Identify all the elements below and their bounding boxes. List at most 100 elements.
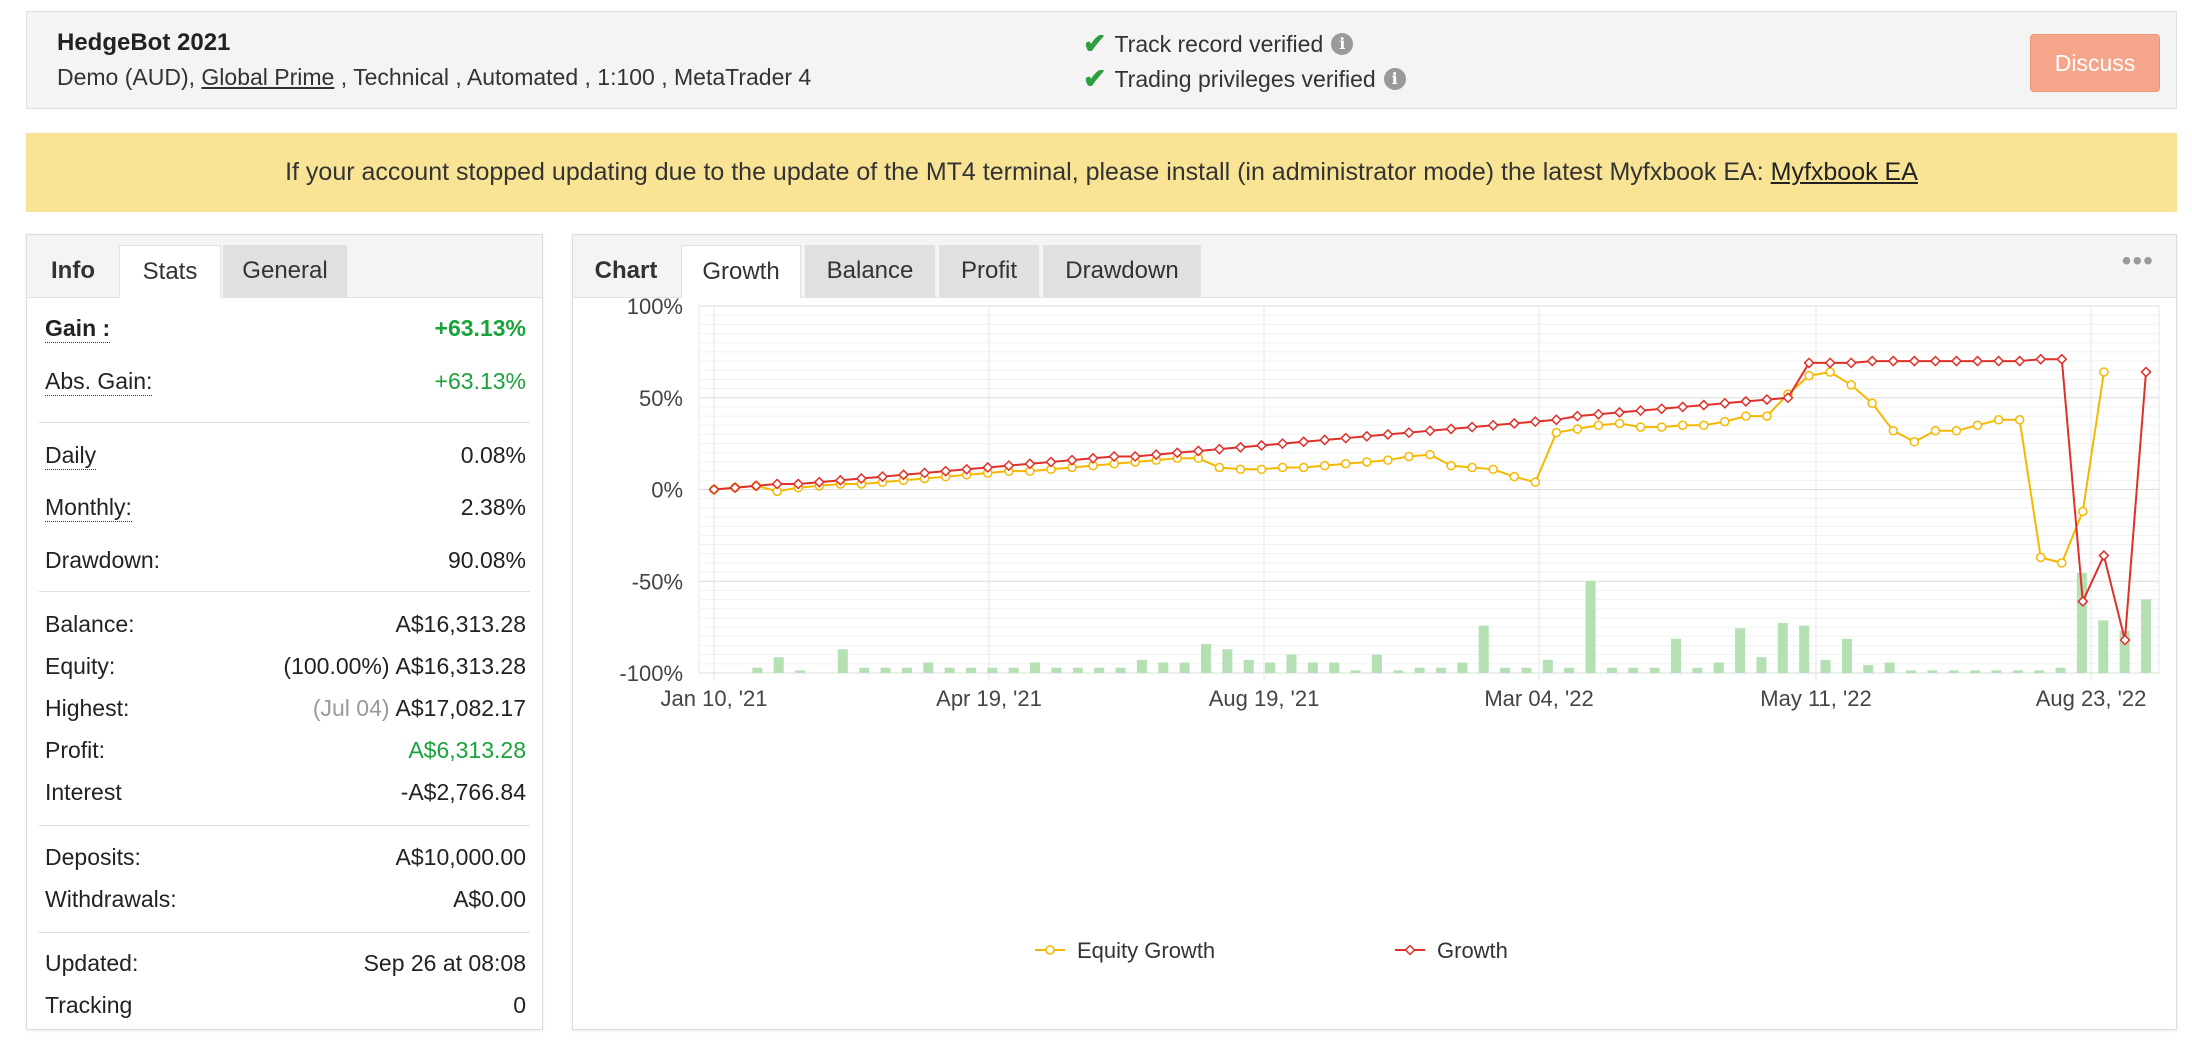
myfxbook-ea-link[interactable]: Myfxbook EA (1771, 158, 1918, 186)
tab-balance[interactable]: Balance (805, 245, 935, 297)
deposits-label: Deposits: (45, 844, 141, 870)
tab-chart[interactable]: Chart (573, 245, 679, 297)
tab-growth[interactable]: Growth (681, 245, 801, 298)
volume-bar (966, 667, 976, 673)
notice-text: If your account stopped updating due to … (285, 158, 1771, 186)
stat-tracking: Tracking 0 (45, 992, 526, 1019)
volume-bar (2055, 667, 2066, 673)
equity-growth-point (1277, 462, 1288, 473)
gain-label[interactable]: Gain : (45, 315, 111, 343)
chart-legend[interactable]: Equity Growth Growth (1035, 938, 1508, 963)
trading-privileges-verified: ✔ Trading privileges verified i (1083, 65, 1406, 93)
volume-bar (1051, 667, 1062, 673)
abs-gain-label[interactable]: Abs. Gain: (45, 368, 153, 396)
equity-growth-point (1214, 462, 1225, 473)
volume-bar (1799, 625, 1810, 673)
equity-growth-point (1930, 426, 1941, 436)
volume-bar (1329, 662, 1340, 673)
volume-bar (1777, 623, 1788, 673)
volume-bar (987, 667, 998, 673)
daily-label[interactable]: Daily (45, 442, 97, 470)
stat-gain: Gain : +63.13% (45, 315, 526, 343)
stats-panel: Info Stats General Gain : +63.13% Abs. G… (26, 234, 543, 1030)
divider (39, 591, 530, 592)
tab-info[interactable]: Info (27, 245, 119, 297)
daily-value: 0.08% (460, 442, 526, 468)
tab-stats[interactable]: Stats (119, 245, 221, 298)
stat-monthly: Monthly: 2.38% (45, 494, 526, 522)
equity-growth-point (1635, 422, 1646, 432)
volume-bar (1991, 670, 2002, 673)
volume-bar (837, 649, 848, 673)
account-meta: Demo (AUD), Global Prime , Technical , A… (57, 64, 811, 91)
stat-updated: Updated: Sep 26 at 08:08 (45, 950, 526, 977)
info-icon[interactable]: i (1331, 33, 1354, 55)
track-record-label: Track record verified (1114, 30, 1324, 57)
stat-balance: Balance: A$16,313.28 (45, 611, 526, 638)
y-tick-label: -50% (632, 569, 683, 594)
info-icon[interactable]: i (1383, 68, 1406, 90)
monthly-label[interactable]: Monthly: (45, 494, 132, 522)
volume-bar (1735, 628, 1746, 673)
legend-growth-label[interactable]: Growth (1437, 938, 1508, 963)
volume-bar (1692, 667, 1703, 673)
equity-growth-point (1446, 460, 1456, 471)
equity-growth-point (1909, 437, 1920, 447)
account-name: HedgeBot 2021 (57, 29, 231, 56)
volume-bar (1201, 644, 1211, 673)
equity-growth-point (1593, 420, 1604, 431)
equity-growth-point (1425, 449, 1435, 460)
equity-growth-point (1362, 457, 1372, 467)
equity-percent: (100.00%) (283, 653, 390, 679)
x-tick-label: Apr 19, '21 (936, 686, 1042, 711)
updated-value: Sep 26 at 08:08 (363, 950, 526, 976)
equity-growth-point (2014, 415, 2025, 425)
equity-growth-point (1341, 459, 1351, 469)
equity-growth-point (1699, 420, 1709, 431)
equity-growth-point (1509, 471, 1519, 482)
volume-bar (880, 667, 891, 673)
x-tick-label: Mar 04, '22 (1484, 686, 1593, 711)
abs-gain-value: +63.13% (434, 368, 526, 394)
volume-bar (1542, 659, 1553, 673)
equity-growth-point (1656, 422, 1667, 432)
volume-bar (1564, 667, 1575, 673)
equity-growth-point (1404, 451, 1414, 462)
divider (39, 422, 530, 423)
stat-abs-gain: Abs. Gain: +63.13% (45, 368, 526, 396)
tab-drawdown[interactable]: Drawdown (1043, 245, 1201, 297)
equity-value: A$16,313.28 (395, 653, 526, 679)
volume-bar (1841, 638, 1852, 673)
x-tick-label: Jan 10, '21 (661, 686, 768, 711)
equity-growth-point (2099, 367, 2109, 377)
stat-withdrawals: Withdrawals: A$0.00 (45, 886, 526, 913)
equity-growth-point (1804, 370, 1814, 381)
volume-bar (773, 657, 784, 673)
volume-bar (1713, 662, 1724, 673)
tab-profit[interactable]: Profit (939, 245, 1039, 297)
stat-drawdown: Drawdown: 90.08% (45, 547, 526, 574)
volume-bar (1371, 654, 1382, 673)
volume-bar (1649, 667, 1660, 673)
equity-growth-point (1467, 462, 1477, 473)
highest-date: (Jul 04) (312, 695, 390, 721)
volume-bar (1628, 667, 1639, 673)
volume-bar (1585, 580, 1596, 673)
interest-label: Interest (45, 779, 122, 805)
volume-bar (1478, 625, 1489, 673)
broker-link[interactable]: Global Prime (201, 64, 334, 90)
legend-equity-label[interactable]: Equity Growth (1077, 938, 1215, 963)
x-tick-label: Aug 23, '22 (2036, 686, 2147, 711)
equity-growth-point (2078, 506, 2088, 517)
discuss-button[interactable]: Discuss (2030, 34, 2160, 92)
stat-daily: Daily 0.08% (45, 442, 526, 470)
tab-general[interactable]: General (223, 245, 347, 297)
volume-bar (2098, 620, 2109, 673)
more-options-icon[interactable]: ••• (2122, 247, 2154, 275)
volume-bar (1286, 654, 1297, 673)
account-type: Demo (AUD), (57, 64, 202, 90)
equity-growth-point (1741, 411, 1751, 421)
y-tick-label: 50% (639, 386, 683, 411)
equity-growth-point (1383, 455, 1393, 465)
drawdown-label: Drawdown: (45, 547, 161, 573)
